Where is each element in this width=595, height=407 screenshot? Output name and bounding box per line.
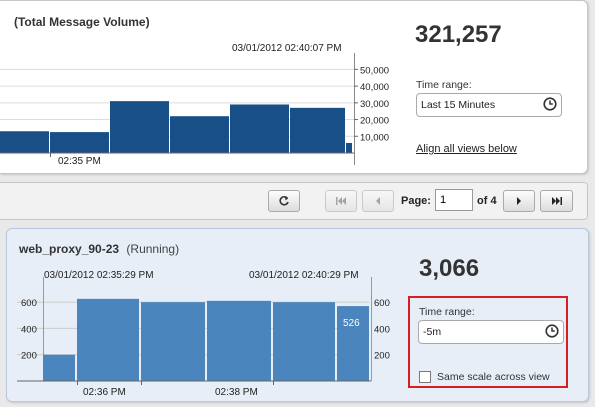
page-count: of 4 bbox=[477, 195, 497, 207]
web-proxy-chart: 526 600 600 400 400 200 200 02:36 PM 02:38 PM bbox=[17, 277, 390, 398]
panel-title: web_proxy_90-23 bbox=[19, 242, 120, 256]
y-tick-label: 40,000 bbox=[360, 82, 389, 93]
time-range-select[interactable]: Last 15 Minutes bbox=[416, 93, 562, 117]
chart-bar bbox=[50, 132, 109, 153]
last-page-icon bbox=[551, 197, 562, 205]
page-number-input[interactable] bbox=[435, 189, 473, 211]
chart-bar bbox=[170, 116, 229, 153]
y-tick-label: 200 bbox=[21, 351, 37, 362]
time-range-label: Time range: bbox=[416, 79, 472, 91]
chart-bar bbox=[346, 142, 352, 153]
next-page-button[interactable] bbox=[503, 190, 535, 212]
chart-bar bbox=[110, 101, 169, 153]
panel-title: (Total Message Volume) bbox=[14, 15, 150, 29]
message-volume-panel: (Total Message Volume) 03/01/2012 02:40:… bbox=[0, 0, 588, 174]
page-label: Page: bbox=[401, 195, 431, 207]
panel-header: web_proxy_90-23 (Running) bbox=[19, 242, 179, 256]
chart-bar bbox=[290, 107, 345, 153]
pagination-bar: Page: of 4 bbox=[0, 182, 588, 220]
status-text: (Running) bbox=[126, 242, 180, 256]
y-tick-label: 600 bbox=[374, 298, 390, 309]
event-count: 3,066 bbox=[419, 255, 480, 282]
first-page-button[interactable] bbox=[325, 190, 357, 212]
highlight-box bbox=[408, 296, 568, 388]
y-tick-label: 20,000 bbox=[360, 116, 389, 127]
chart-bar bbox=[207, 300, 271, 381]
chart-bar bbox=[230, 104, 289, 153]
refresh-icon bbox=[279, 196, 289, 206]
y-tick-label: 30,000 bbox=[360, 99, 389, 110]
y-tick-label: 400 bbox=[21, 324, 37, 335]
time-range-value: Last 15 Minutes bbox=[421, 99, 496, 111]
x-tick-label: 02:36 PM bbox=[83, 387, 126, 398]
y-tick-label: 400 bbox=[374, 324, 390, 335]
first-page-icon bbox=[336, 197, 346, 205]
message-volume-chart: 02:35 PM 50,000 40,000 30,000 20,000 10,000 bbox=[0, 53, 389, 167]
refresh-button[interactable] bbox=[268, 190, 300, 212]
clock-icon[interactable] bbox=[543, 97, 557, 111]
x-tick-label: 02:38 PM bbox=[215, 387, 258, 398]
y-tick-label: 200 bbox=[374, 351, 390, 362]
y-tick-label: 600 bbox=[21, 298, 37, 309]
chart-bar bbox=[141, 302, 205, 381]
x-tick-label: 02:35 PM bbox=[58, 156, 101, 167]
data-label: 526 bbox=[343, 318, 360, 329]
y-tick-label: 10,000 bbox=[360, 132, 389, 143]
next-page-icon bbox=[517, 197, 521, 205]
prev-page-icon bbox=[376, 197, 380, 205]
align-views-link[interactable]: Align all views below bbox=[416, 143, 517, 155]
chart-bar bbox=[77, 298, 139, 381]
chart-bar bbox=[43, 354, 75, 381]
last-page-button[interactable] bbox=[540, 190, 573, 212]
prev-page-button[interactable] bbox=[362, 190, 394, 212]
chart-bar bbox=[273, 302, 335, 381]
y-tick-label: 50,000 bbox=[360, 65, 389, 76]
total-count: 321,257 bbox=[415, 21, 502, 48]
chart-bar bbox=[0, 131, 49, 153]
